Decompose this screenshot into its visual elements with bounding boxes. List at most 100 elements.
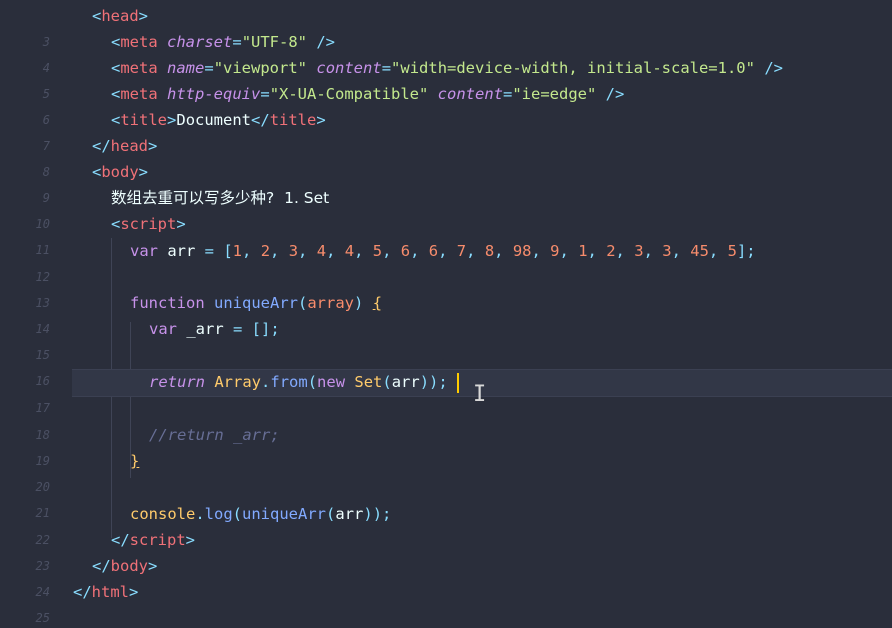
code-token: "ie=edge" [512,85,597,103]
closing-brace: } [130,452,140,470]
code-token: var [149,320,177,338]
code-line[interactable]: 1 1 <script> [0,211,892,257]
code-token: arr [158,242,205,260]
array-number: 4 [316,242,327,260]
array-separator: , [298,242,317,260]
code-line[interactable]: 16 [0,342,892,388]
array-number: 6 [428,242,439,260]
code-token: ( [382,373,392,391]
code-line[interactable]: 25 </html> [0,579,892,625]
array-number: 3 [634,242,644,260]
code-line[interactable]: 9 <body> [0,159,892,205]
code-token: > [185,531,196,549]
code-line[interactable]: 21 [0,474,892,520]
array-number: 7 [456,242,467,260]
code-token: script [120,215,177,233]
code-token: > [138,163,149,181]
array-number: 1 [232,242,243,260]
code-line[interactable]: 24 </body> [0,553,892,599]
code-token: ( [298,294,308,312]
code-token: ]; [736,242,756,260]
code-token: </ [92,557,111,575]
array-number: 9 [550,242,560,260]
array-separator: , [531,242,551,260]
code-token: > [167,111,177,129]
array-separator: , [326,242,345,260]
code-token: = []; [233,320,280,338]
code-token: </ [251,111,270,129]
array-separator: , [671,242,691,260]
array-number: 1 [578,242,588,260]
array-number: 2 [606,242,616,260]
code-line[interactable]: 13 [0,264,892,310]
array-number: 4 [344,242,355,260]
code-token: head [110,137,148,155]
code-token: log [204,505,233,523]
code-line[interactable]: 23 </script> [0,527,892,573]
array-separator: , [410,242,429,260]
array-number: 2 [260,242,271,260]
code-token: </ [73,583,92,601]
code-line[interactable]: 15 var _arr = []; [0,316,892,362]
code-token: console [130,505,196,523]
array-number: 45 [690,242,709,260]
array-separator: , [242,242,261,260]
array-separator: , [270,242,289,260]
code-token: < [111,33,121,51]
code-token: return [149,373,205,391]
array-number: 6 [400,242,411,260]
code-token: meta [120,59,158,77]
code-token: arr [335,505,364,523]
code-token: from [270,373,308,391]
array-separator: , [354,242,373,260]
array-number: 98 [512,242,532,260]
code-token: ( [326,505,336,523]
code-token: meta [120,85,158,103]
array-separator: , [708,242,728,260]
code-line[interactable]: 4 <meta charset="UTF-8" /> [0,29,892,75]
code-token: < [111,111,121,129]
code-token: { [372,294,383,312]
array-number: 8 [484,242,495,260]
code-token: body [110,557,148,575]
code-editor[interactable]: 3 <head> 4 <meta charset="UTF-8" /> 5 <m… [0,0,892,628]
code-token: < [111,59,121,77]
code-token: < [92,163,102,181]
code-line[interactable]: 10 数组去重可以写多少种? 1. Set [0,185,892,231]
text-caret [457,373,459,393]
code-token: > [176,215,186,233]
code-token: > [148,137,158,155]
code-line[interactable]: 18 [0,396,892,442]
array-number: 3 [288,242,299,260]
code-line[interactable]: 6 <meta http-equiv="X-UA-Compatible" con… [0,81,892,127]
code-line[interactable]: 17 return Array.from(new Set(arr)); [0,369,892,415]
code-token: title [120,111,168,129]
code-line[interactable]: 20 } [0,448,892,494]
code-token: var [130,242,158,260]
code-token: name [167,59,205,77]
array-separator: , [643,242,663,260]
code-line[interactable]: 5 <meta name="viewport" content="width=d… [0,55,892,101]
code-token: new [317,373,346,391]
code-token: ( [232,505,243,523]
code-line[interactable]: 8 </head> [0,133,892,179]
code-line[interactable]: 22 console.log(uniqueArr(arr)); [0,501,892,547]
code-token: uniqueArr [214,294,298,312]
code-token: http-equiv [167,85,261,103]
code-token: > [316,111,326,129]
code-line[interactable]: 19 //return _arr; [0,422,892,468]
code-token: "width=device-width, initial-scale=1.0" [391,59,755,77]
array-separator: , [559,242,579,260]
code-line[interactable]: 3 <head> [0,3,892,49]
array-separator: , [382,242,401,260]
code-line[interactable]: 14 function uniqueArr(array) { [0,290,892,336]
code-token: meta [120,33,158,51]
code-line[interactable]: 12 var arr = [1, 2, 3, 4, 4, 5, 6, 6, 7,… [0,238,892,284]
code-comment: //return _arr; [149,426,280,444]
code-line[interactable]: 26 [0,605,892,628]
code-line[interactable]: 7 <title>Document</title> [0,107,892,153]
array-number: 3 [662,242,672,260]
